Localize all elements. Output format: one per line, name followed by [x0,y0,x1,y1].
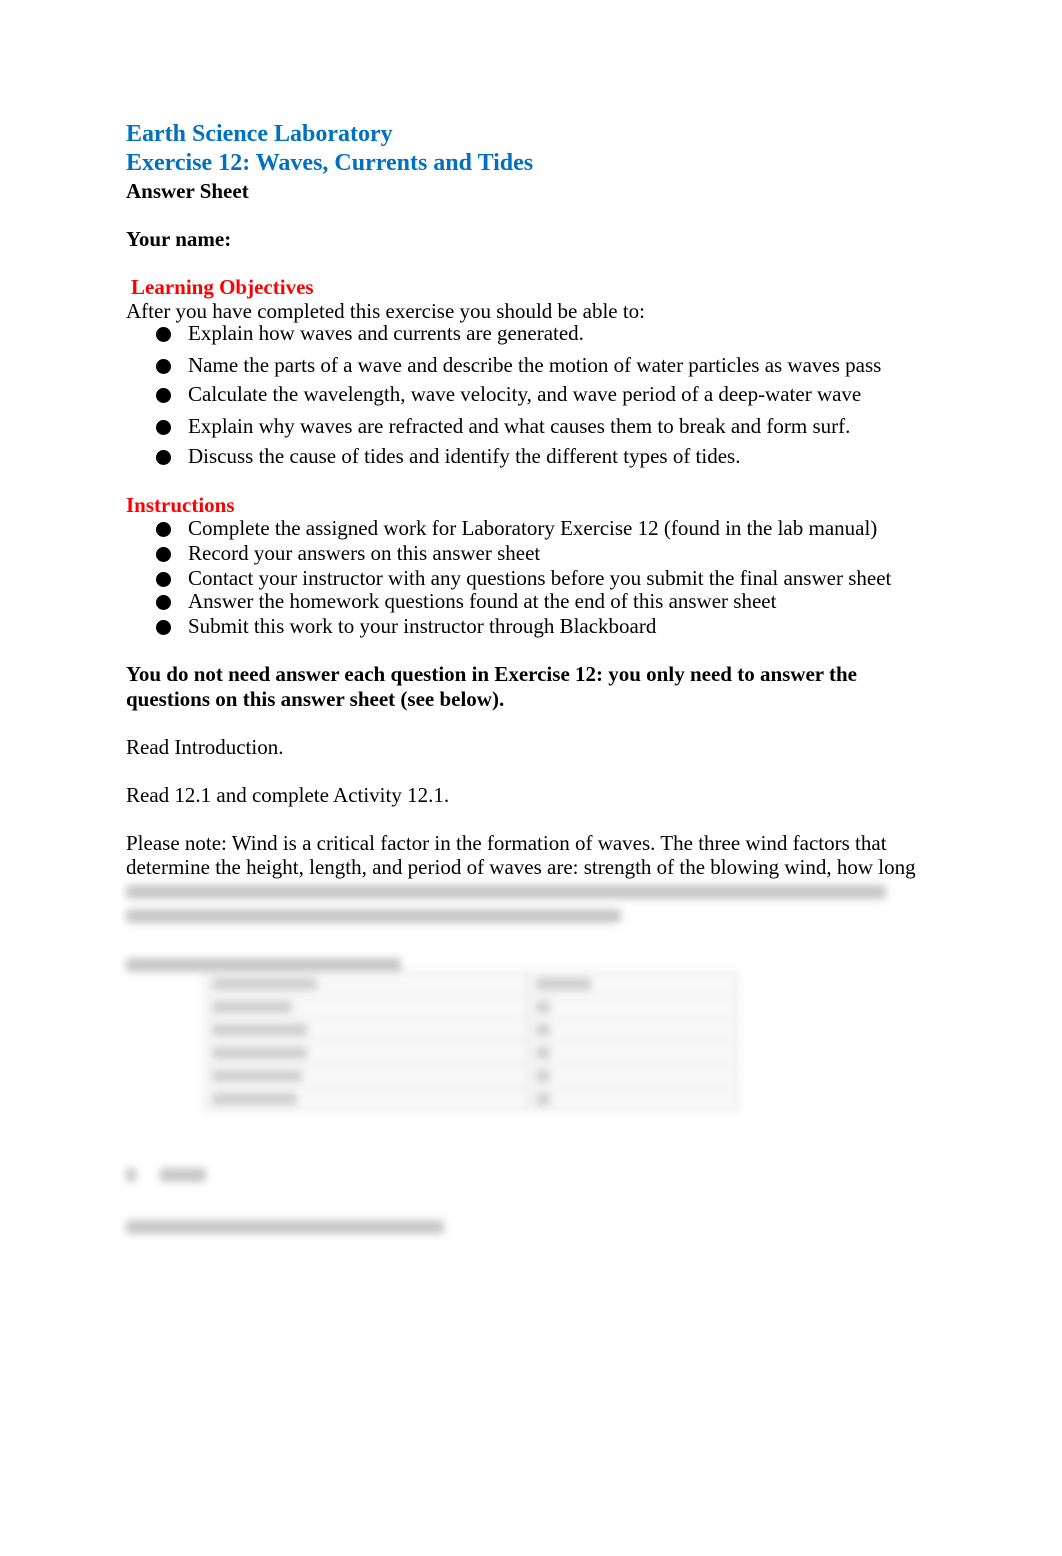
note-line-1: Please note: Wind is a critical factor i… [126,831,887,855]
objective-text: Explain why waves are refracted and what… [188,414,851,438]
bullet-icon [156,522,171,537]
blurred-text-line [126,885,886,899]
read-12-1: Read 12.1 and complete Activity 12.1. [126,783,450,807]
course-title: Earth Science Laboratory [126,121,393,147]
blurred-text-line [126,1220,444,1234]
instruction-text: Submit this work to your instructor thro… [188,614,657,638]
instructions-heading: Instructions [126,493,235,517]
bullet-icon [156,420,171,435]
bullet-icon [156,572,171,587]
read-introduction: Read Introduction. [126,735,284,759]
instruction-text: Complete the assigned work for Laborator… [188,516,878,540]
bullet-icon [156,595,171,610]
instruction-text: Answer the homework questions found at t… [188,589,777,613]
objective-text: Explain how waves and currents are gener… [188,321,584,345]
answer-sheet-subtitle: Answer Sheet [126,179,249,203]
instruction-text: Record your answers on this answer sheet [188,541,541,565]
instruction-text: Contact your instructor with any questio… [188,566,892,590]
learning-objectives-heading: Learning Objectives [131,275,314,299]
your-name-label: Your name: [126,227,232,251]
blurred-text-line [160,1168,206,1182]
notice-line-2: questions on this answer sheet (see belo… [126,687,505,711]
blurred-text-line [126,1168,136,1182]
objective-text: Calculate the wavelength, wave velocity,… [188,382,862,406]
bullet-icon [156,359,171,374]
bullet-icon [156,388,171,403]
objective-text: Discuss the cause of tides and identify … [188,444,741,468]
objective-text: Name the parts of a wave and describe th… [188,353,882,377]
blurred-table [204,971,738,1111]
bullet-icon [156,620,171,635]
notice-line-1: You do not need answer each question in … [126,662,857,686]
bullet-icon [156,547,171,562]
blurred-text-line [126,909,621,923]
blurred-question-line [126,958,401,972]
objectives-intro: After you have completed this exercise y… [126,299,646,323]
bullet-icon [156,450,171,465]
bullet-icon [156,327,171,342]
note-line-2: determine the height, length, and period… [126,855,916,879]
exercise-title: Exercise 12: Waves, Currents and Tides [126,150,534,176]
